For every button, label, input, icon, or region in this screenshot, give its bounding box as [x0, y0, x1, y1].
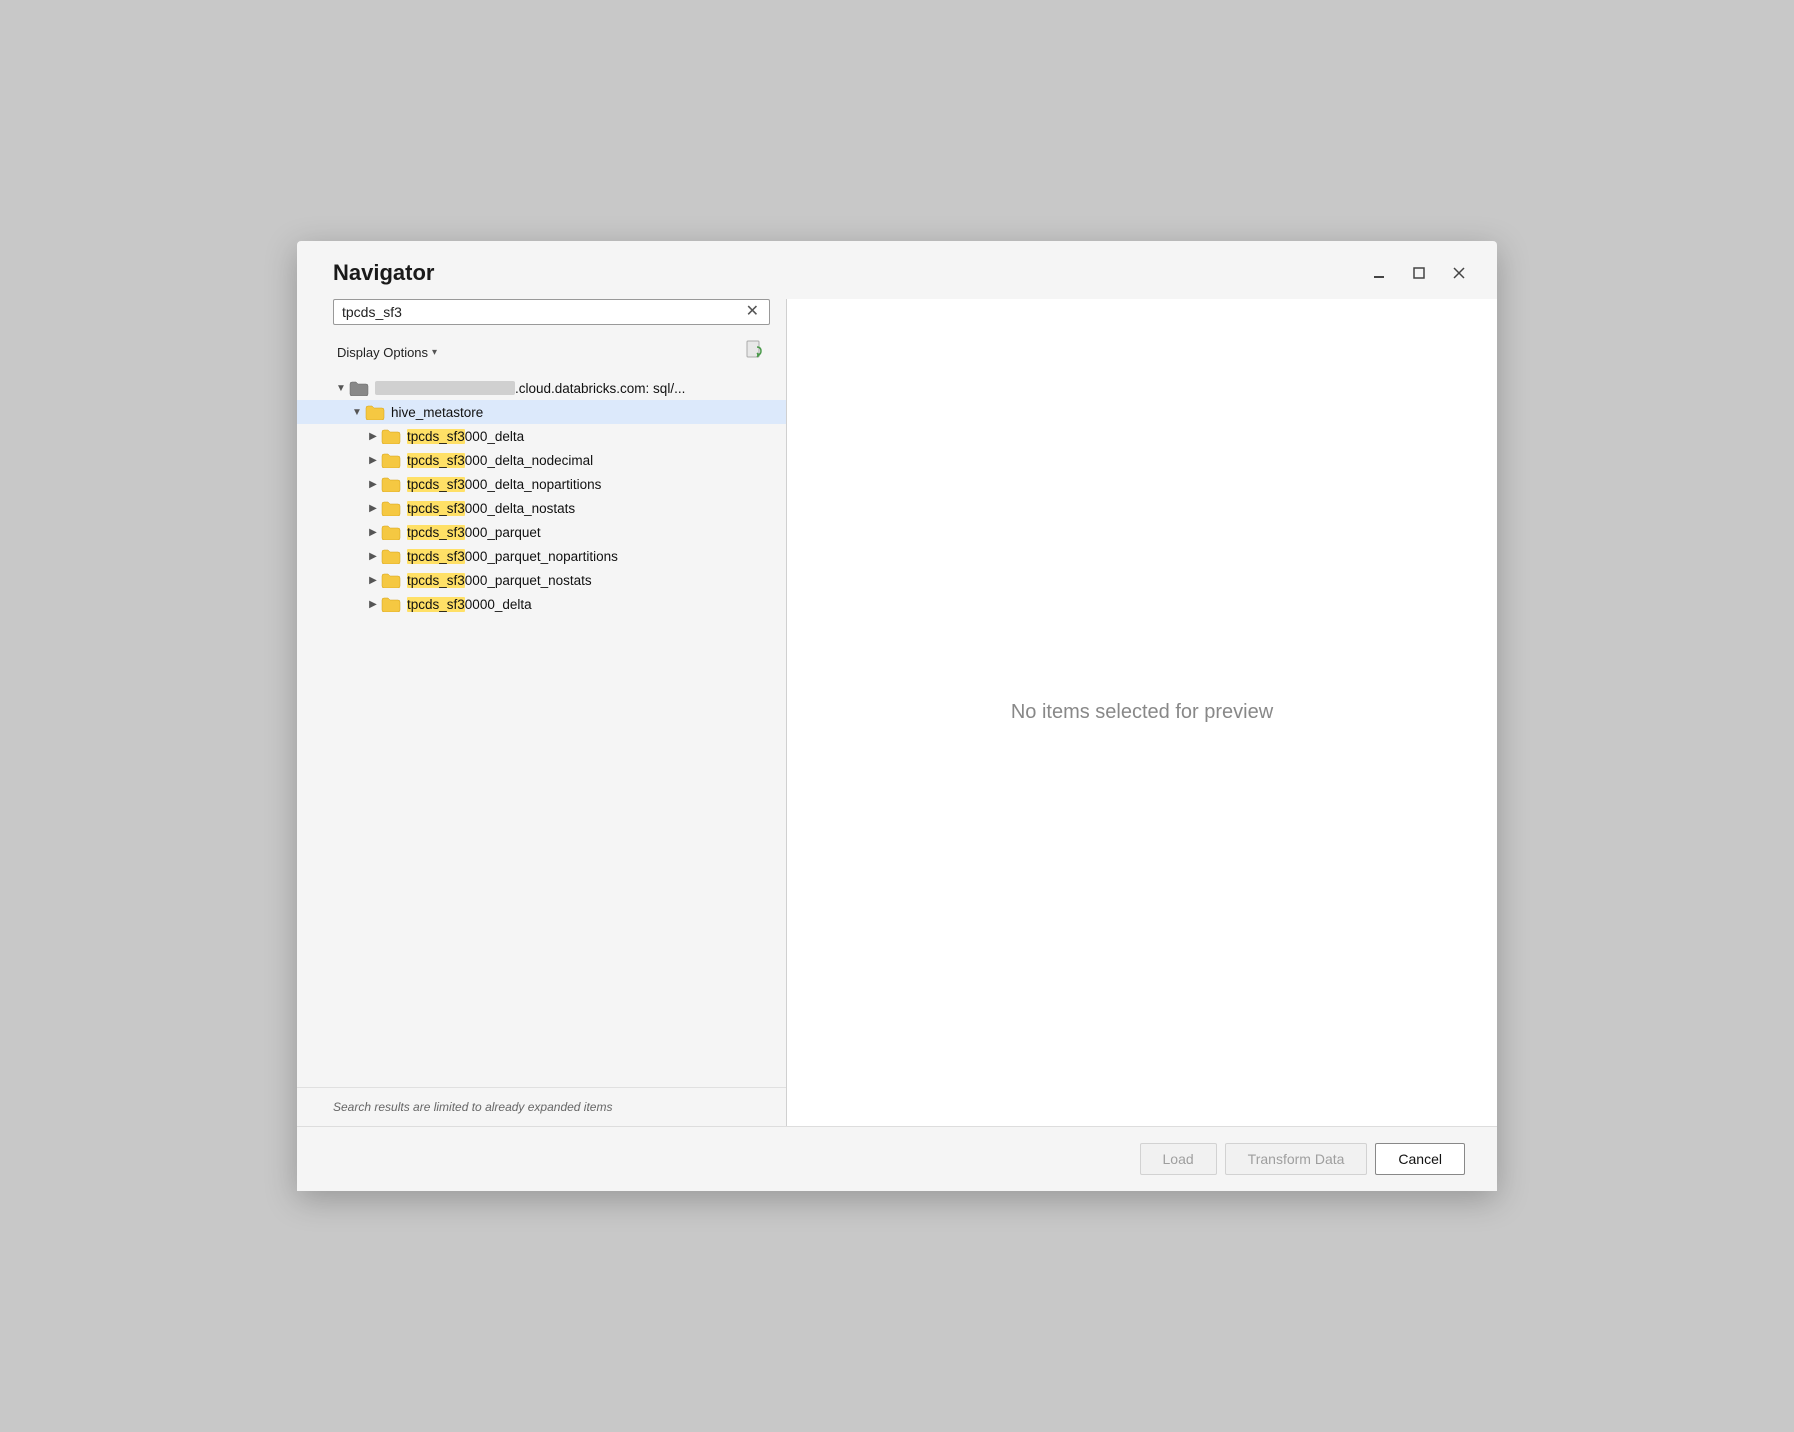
folder-icon: [381, 572, 401, 588]
titlebar: Navigator: [297, 241, 1497, 299]
expand-arrow-icon: ▶: [365, 431, 381, 442]
list-item[interactable]: ▶ tpcds_sf3000_parquet_nopartitions: [297, 544, 786, 568]
chevron-down-icon: ▾: [432, 347, 437, 358]
search-note-label: Search results are limited to already ex…: [333, 1100, 612, 1114]
search-area: ✕: [297, 299, 786, 325]
expand-arrow-icon: ▶: [365, 527, 381, 538]
list-item[interactable]: ▶ tpcds_sf3000_parquet_nostats: [297, 568, 786, 592]
folder-icon: [381, 596, 401, 612]
item-label: tpcds_sf3000_delta_nodecimal: [407, 453, 593, 468]
load-button[interactable]: Load: [1140, 1143, 1217, 1175]
window-controls: [1365, 259, 1473, 287]
display-options-button[interactable]: Display Options ▾: [333, 343, 441, 362]
search-input[interactable]: [342, 304, 740, 320]
expand-arrow-icon: ▶: [365, 455, 381, 466]
dialog-title: Navigator: [333, 260, 434, 286]
expand-arrow-icon: ▶: [365, 503, 381, 514]
item-label: tpcds_sf3000_delta_nostats: [407, 501, 575, 516]
display-options-label: Display Options: [337, 345, 428, 360]
expand-arrow-icon: ▶: [365, 479, 381, 490]
folder-icon: [381, 428, 401, 444]
dialog-footer: Load Transform Data Cancel: [297, 1126, 1497, 1191]
folder-icon: [381, 524, 401, 540]
search-footer: Search results are limited to already ex…: [297, 1087, 786, 1126]
transform-data-button[interactable]: Transform Data: [1225, 1143, 1368, 1175]
highlight-text: tpcds_sf3: [407, 597, 465, 612]
item-label: tpcds_sf3000_delta_nopartitions: [407, 477, 601, 492]
item-label: tpcds_sf3000_parquet: [407, 525, 541, 540]
folder-icon: [381, 452, 401, 468]
tree-root-item[interactable]: ▼ .cloud.databricks.com: sql/...: [297, 376, 786, 400]
server-redacted-label: [375, 381, 515, 395]
item-label: tpcds_sf3000_parquet_nopartitions: [407, 549, 618, 564]
highlight-text: tpcds_sf3: [407, 525, 465, 540]
folder-icon: [365, 404, 385, 420]
item-label: tpcds_sf3000_delta: [407, 429, 524, 444]
server-suffix-label: .cloud.databricks.com: sql/...: [515, 381, 685, 396]
no-preview-message: No items selected for preview: [1011, 701, 1273, 724]
highlight-text: tpcds_sf3: [407, 429, 465, 444]
highlight-text: tpcds_sf3: [407, 549, 465, 564]
expand-arrow-icon: ▶: [365, 575, 381, 586]
highlight-text: tpcds_sf3: [407, 477, 465, 492]
cancel-button[interactable]: Cancel: [1375, 1143, 1465, 1175]
folder-icon: [381, 476, 401, 492]
item-label: tpcds_sf30000_delta: [407, 597, 532, 612]
expand-arrow-icon: ▶: [365, 599, 381, 610]
list-item[interactable]: ▶ tpcds_sf30000_delta: [297, 592, 786, 616]
list-item[interactable]: ▶ tpcds_sf3000_delta_nopartitions: [297, 472, 786, 496]
tree-hive-metastore-item[interactable]: ▼ hive_metastore: [297, 400, 786, 424]
navigator-dialog: Navigator ✕: [297, 241, 1497, 1191]
folder-icon: [381, 548, 401, 564]
minimize-button[interactable]: [1365, 259, 1393, 287]
list-item[interactable]: ▶ tpcds_sf3000_delta_nostats: [297, 496, 786, 520]
dialog-body: ✕ Display Options ▾: [297, 299, 1497, 1126]
expand-arrow-icon: ▶: [365, 551, 381, 562]
highlight-text: tpcds_sf3: [407, 453, 465, 468]
hive-metastore-label: hive_metastore: [391, 405, 483, 420]
left-pane: ✕ Display Options ▾: [297, 299, 787, 1126]
folder-icon: [349, 380, 369, 396]
list-item[interactable]: ▶ tpcds_sf3000_delta_nodecimal: [297, 448, 786, 472]
refresh-icon-button[interactable]: [740, 337, 770, 368]
collapse-arrow-icon: ▼: [349, 407, 365, 418]
close-button[interactable]: [1445, 259, 1473, 287]
highlight-text: tpcds_sf3: [407, 501, 465, 516]
collapse-arrow-icon: ▼: [333, 383, 349, 394]
folder-icon: [381, 500, 401, 516]
search-clear-button[interactable]: ✕: [744, 304, 761, 320]
list-item[interactable]: ▶ tpcds_sf3000_parquet: [297, 520, 786, 544]
search-box: ✕: [333, 299, 770, 325]
highlight-text: tpcds_sf3: [407, 573, 465, 588]
list-item[interactable]: ▶ tpcds_sf3000_delta: [297, 424, 786, 448]
item-label: tpcds_sf3000_parquet_nostats: [407, 573, 592, 588]
maximize-button[interactable]: [1405, 259, 1433, 287]
right-pane: No items selected for preview: [787, 299, 1497, 1126]
display-options-row: Display Options ▾: [297, 333, 786, 376]
tree-area: ▼ .cloud.databricks.com: sql/...: [297, 376, 786, 1087]
